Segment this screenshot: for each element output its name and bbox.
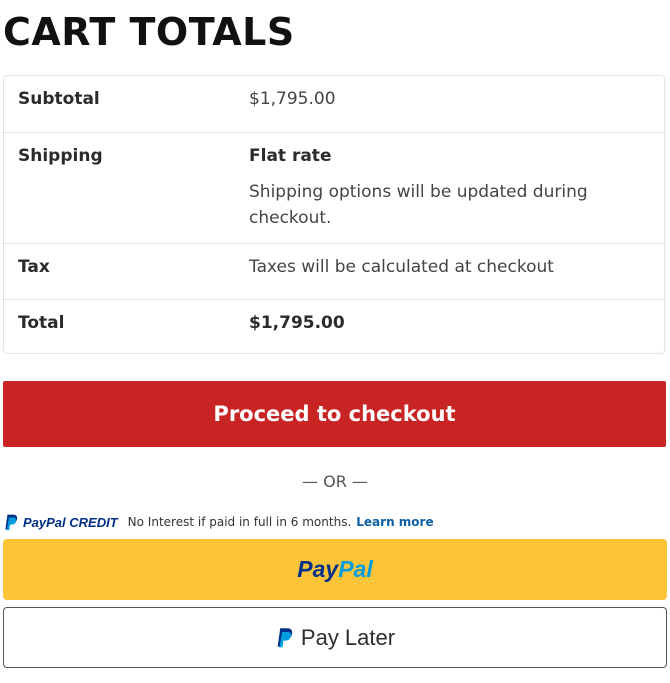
shipping-label: Shipping <box>18 146 103 166</box>
cart-totals-table: Subtotal $1,795.00 Shipping Flat rate Sh… <box>3 75 665 354</box>
learn-more-link[interactable]: Learn more <box>356 515 433 529</box>
shipping-method: Flat rate <box>249 146 332 166</box>
subtotal-value: $1,795.00 <box>249 89 336 109</box>
or-separator: — OR — <box>302 472 368 491</box>
paypal-logo-icon <box>5 514 18 530</box>
pay-later-label: Pay Later <box>300 624 396 650</box>
paypal-credit-brand-credit: CREDIT <box>69 514 118 530</box>
tax-row: Tax Taxes will be calculated at checkout <box>4 243 664 300</box>
paypal-logo-icon <box>277 627 293 647</box>
paypal-credit-brand-paypal: PayPal <box>23 514 66 530</box>
paypal-button[interactable]: PayPal <box>3 539 667 600</box>
paypal-wordmark-pay: Pay <box>297 556 339 582</box>
tax-value: Taxes will be calculated at checkout <box>249 257 554 277</box>
pay-later-button[interactable]: Pay Later <box>3 607 667 668</box>
paypal-wordmark-pal: Pal <box>338 556 373 582</box>
tax-label: Tax <box>18 257 50 277</box>
shipping-note-line2: checkout. <box>249 208 332 228</box>
paypal-credit-brand: PayPal CREDIT <box>23 515 118 530</box>
proceed-to-checkout-button[interactable]: Proceed to checkout <box>3 381 666 447</box>
subtotal-row: Subtotal $1,795.00 <box>4 76 664 132</box>
shipping-row: Shipping Flat rate Shipping options will… <box>4 132 664 244</box>
total-label: Total <box>18 313 65 333</box>
paypal-credit-text: No Interest if paid in full in 6 months. <box>127 515 352 529</box>
shipping-note-line1: Shipping options will be updated during <box>249 182 588 202</box>
paypal-credit-message: PayPal CREDIT No Interest if paid in ful… <box>3 512 434 532</box>
subtotal-label: Subtotal <box>18 89 100 109</box>
total-value: $1,795.00 <box>249 313 345 333</box>
total-row: Total $1,795.00 <box>4 299 664 356</box>
page-title: CART TOTALS <box>3 10 295 54</box>
